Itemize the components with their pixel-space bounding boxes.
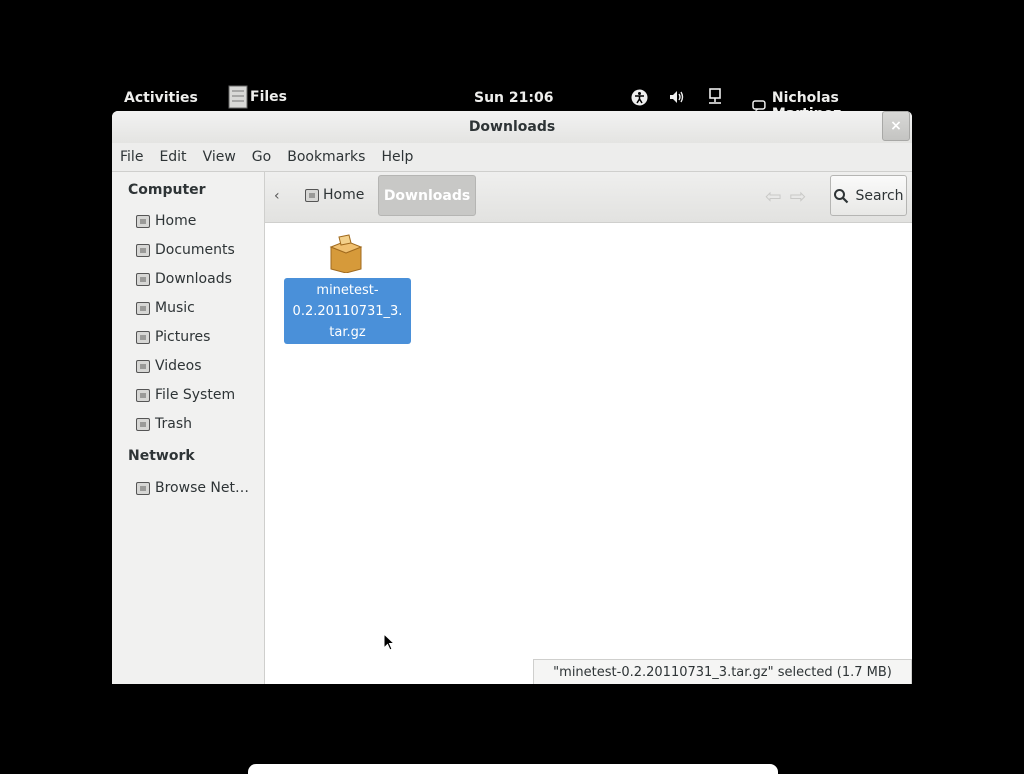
breadcrumb-home[interactable]: Home xyxy=(305,187,364,203)
file-view[interactable]: minetest- 0.2.20110731_3. tar.gz xyxy=(265,223,912,684)
videos-folder-icon xyxy=(136,359,150,373)
bottom-edge-panel xyxy=(248,764,778,774)
documents-folder-icon xyxy=(136,243,150,257)
back-arrow-icon[interactable]: ⇦ xyxy=(765,184,782,208)
sidebar-item-documents[interactable]: Documents xyxy=(136,240,235,260)
volume-icon[interactable] xyxy=(668,88,686,106)
top-panel: Activities Files Sun 21:06 Nicholas Mart… xyxy=(112,84,912,122)
sidebar-item-label: File System xyxy=(155,387,236,403)
package-archive-icon xyxy=(329,234,363,273)
pictures-folder-icon xyxy=(136,330,150,344)
menu-file[interactable]: File xyxy=(112,149,151,165)
menu-bookmarks[interactable]: Bookmarks xyxy=(279,149,373,165)
places-sidebar: Computer Home Documents Downloads Music … xyxy=(112,172,265,684)
breadcrumb-home-label: Home xyxy=(323,187,365,203)
app-menu-label: Files xyxy=(250,89,287,105)
sidebar-item-home[interactable]: Home xyxy=(136,211,196,231)
sidebar-item-videos[interactable]: Videos xyxy=(136,356,202,376)
sidebar-item-label: Documents xyxy=(155,242,235,258)
home-folder-icon xyxy=(136,214,150,228)
file-name-label: minetest- 0.2.20110731_3. tar.gz xyxy=(284,278,411,344)
forward-arrow-icon[interactable]: ⇨ xyxy=(790,184,807,208)
file-name-line: tar.gz xyxy=(329,325,366,340)
close-icon: × xyxy=(890,118,902,134)
sidebar-item-browse-network[interactable]: Browse Net… xyxy=(136,478,249,498)
home-folder-icon xyxy=(305,188,319,202)
file-name-line: minetest- xyxy=(316,283,379,298)
network-icon xyxy=(136,481,150,495)
trash-icon xyxy=(136,417,150,431)
system-tray xyxy=(630,88,724,106)
menu-go[interactable]: Go xyxy=(244,149,279,165)
breadcrumb-current-label: Downloads xyxy=(383,187,471,204)
menu-help[interactable]: Help xyxy=(373,149,421,165)
sidebar-item-trash[interactable]: Trash xyxy=(136,414,192,434)
sidebar-item-label: Pictures xyxy=(155,329,211,345)
activities-button[interactable]: Activities xyxy=(124,90,198,106)
accessibility-icon[interactable] xyxy=(630,88,648,106)
breadcrumb-downloads[interactable]: Downloads xyxy=(378,175,476,216)
downloads-folder-icon xyxy=(136,272,150,286)
status-bar: "minetest-0.2.20110731_3.tar.gz" selecte… xyxy=(533,659,912,684)
sidebar-item-music[interactable]: Music xyxy=(136,298,195,318)
sidebar-item-label: Home xyxy=(155,213,197,229)
sidebar-heading-network: Network xyxy=(128,448,195,464)
sidebar-item-downloads[interactable]: Downloads xyxy=(136,269,232,289)
search-label: Search xyxy=(855,187,904,204)
menubar: File Edit View Go Bookmarks Help xyxy=(112,143,912,172)
window-titlebar[interactable]: Downloads × xyxy=(112,111,912,143)
files-app-icon xyxy=(228,85,248,109)
app-menu[interactable]: Files xyxy=(228,84,287,110)
status-text: "minetest-0.2.20110731_3.tar.gz" selecte… xyxy=(553,664,892,680)
window-title: Downloads xyxy=(468,119,556,135)
network-icon[interactable] xyxy=(706,88,724,106)
music-folder-icon xyxy=(136,301,150,315)
file-name-line: 0.2.20110731_3. xyxy=(292,304,403,319)
sidebar-item-label: Browse Net… xyxy=(155,480,250,496)
mouse-cursor-icon xyxy=(383,633,395,651)
menu-view[interactable]: View xyxy=(195,149,244,165)
path-scroll-left-button[interactable]: ‹ xyxy=(274,188,280,204)
history-nav: ⇦ ⇨ xyxy=(765,184,807,208)
sidebar-item-pictures[interactable]: Pictures xyxy=(136,327,210,347)
files-window: Downloads × File Edit View Go Bookmarks … xyxy=(112,111,912,684)
search-button[interactable]: Search xyxy=(830,175,907,216)
path-toolbar: ‹ Home Downloads ⇦ ⇨ Search xyxy=(265,172,912,223)
sidebar-item-label: Trash xyxy=(155,416,192,432)
clock[interactable]: Sun 21:06 xyxy=(474,90,553,106)
sidebar-item-file-system[interactable]: File System xyxy=(136,385,235,405)
sidebar-item-label: Downloads xyxy=(155,271,232,287)
close-button[interactable]: × xyxy=(882,111,910,141)
drive-icon xyxy=(136,388,150,402)
sidebar-item-label: Videos xyxy=(155,358,202,374)
menu-edit[interactable]: Edit xyxy=(151,149,194,165)
sidebar-item-label: Music xyxy=(155,300,195,316)
sidebar-heading-computer: Computer xyxy=(128,182,206,198)
search-icon xyxy=(834,188,849,203)
